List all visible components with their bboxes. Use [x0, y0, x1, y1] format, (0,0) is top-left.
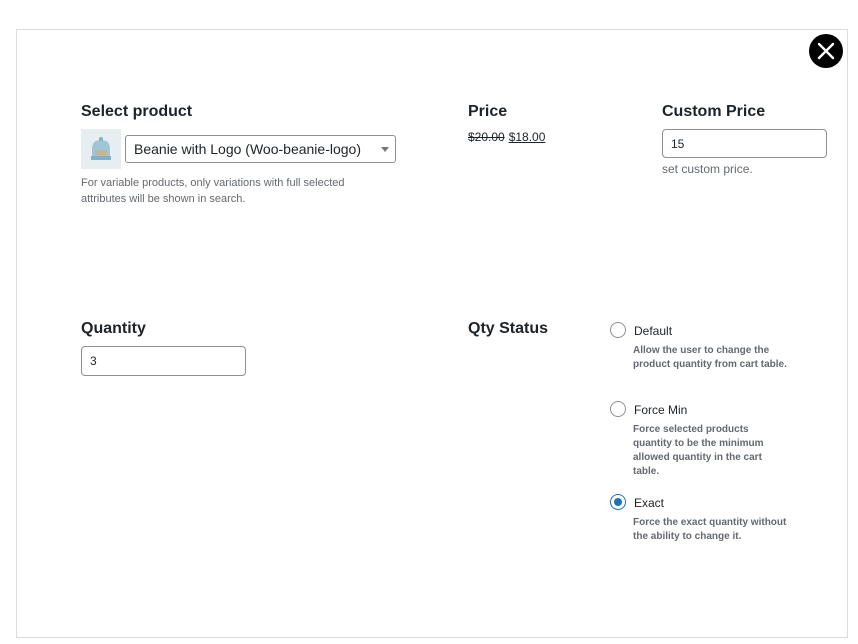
exact-label[interactable]: Exact — [634, 496, 664, 510]
qty-status-heading: Qty Status — [468, 320, 549, 337]
close-button[interactable] — [809, 34, 843, 68]
exact-radio[interactable] — [610, 494, 626, 510]
close-icon — [817, 42, 835, 60]
default-label[interactable]: Default — [634, 324, 672, 338]
quantity-input[interactable] — [81, 346, 246, 376]
product-select-value: Beanie with Logo (Woo-beanie-logo) — [134, 141, 361, 157]
product-help-text: For variable products, only variations w… — [81, 177, 345, 205]
custom-price-description: set custom price. — [662, 162, 753, 176]
product-thumbnail — [81, 129, 121, 169]
force-min-radio[interactable] — [610, 401, 626, 417]
sale-price[interactable]: $18.00 — [509, 130, 546, 144]
select-product-heading: Select product — [81, 103, 193, 120]
chevron-down-icon — [381, 147, 389, 152]
default-radio[interactable] — [610, 322, 626, 338]
quantity-heading: Quantity — [81, 320, 146, 337]
custom-price-heading: Custom Price — [662, 103, 766, 120]
regular-price: $20.00 — [468, 130, 505, 144]
price-heading: Price — [468, 103, 508, 120]
exact-description: Force the exact quantity without the abi… — [633, 517, 787, 542]
beanie-icon — [91, 137, 111, 160]
product-select[interactable]: Beanie with Logo (Woo-beanie-logo) — [125, 135, 396, 163]
custom-price-input[interactable] — [662, 129, 827, 158]
default-description: Allow the user to change the product qua… — [633, 345, 787, 370]
force-min-description: Force selected products quantity to be t… — [633, 424, 764, 477]
force-min-label[interactable]: Force Min — [634, 403, 687, 417]
price-display: $20.00 $18.00 — [468, 130, 545, 144]
